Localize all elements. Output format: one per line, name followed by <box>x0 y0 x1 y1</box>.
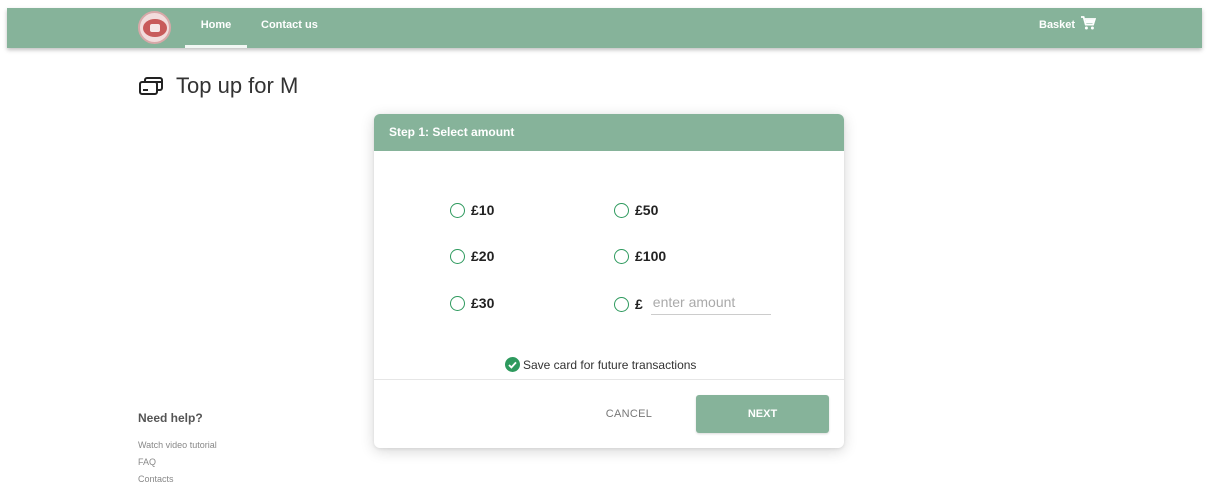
currency-symbol: £ <box>635 296 643 312</box>
nav-contact-us[interactable]: Contact us <box>261 8 318 48</box>
radio-icon[interactable] <box>450 295 465 311</box>
amount-option-label: £100 <box>635 248 667 264</box>
amount-option-label: £20 <box>471 248 495 264</box>
amount-option-10[interactable]: £10 <box>450 202 494 218</box>
amount-option-label: £50 <box>635 202 659 218</box>
page-title: Top up for M <box>138 73 298 99</box>
help-link-video-tutorial[interactable]: Watch video tutorial <box>138 437 217 454</box>
basket-label: Basket <box>1039 19 1076 31</box>
radio-icon[interactable] <box>450 248 465 264</box>
amount-option-30[interactable]: £30 <box>450 295 494 311</box>
payment-cards-icon <box>139 77 163 95</box>
amount-option-50[interactable]: £50 <box>614 202 658 218</box>
radio-icon[interactable] <box>614 296 629 312</box>
top-navbar: Home Contact us Basket <box>7 8 1202 48</box>
help-link-contacts[interactable]: Contacts <box>138 471 217 487</box>
basket-button[interactable]: Basket <box>1039 8 1097 48</box>
nav-home[interactable]: Home <box>185 8 247 48</box>
amount-option-label: £10 <box>471 202 495 218</box>
top-up-dialog: Step 1: Select amount £10 £20 £30 £50 £1… <box>374 114 844 448</box>
logo-mark <box>142 18 167 37</box>
custom-amount-input[interactable] <box>650 293 771 315</box>
check-circle-icon[interactable] <box>505 357 520 372</box>
cart-icon <box>1081 16 1097 30</box>
amount-option-20[interactable]: £20 <box>450 248 494 264</box>
help-title: Need help? <box>138 411 203 425</box>
page-title-text: Top up for M <box>176 73 299 98</box>
logo[interactable] <box>138 11 171 44</box>
radio-icon[interactable] <box>614 248 629 264</box>
help-section: Need help? Watch video tutorial FAQ Cont… <box>138 411 217 487</box>
amount-option-custom[interactable]: £ <box>614 293 771 315</box>
amount-option-label: £30 <box>471 295 495 311</box>
help-link-faq[interactable]: FAQ <box>138 454 217 471</box>
cancel-button[interactable]: CANCEL <box>590 396 668 432</box>
save-card-checkbox[interactable]: Save card for future transactions <box>505 357 696 372</box>
dialog-divider <box>374 379 844 380</box>
next-button[interactable]: NEXT <box>696 395 829 433</box>
radio-icon[interactable] <box>450 202 465 218</box>
save-card-label: Save card for future transactions <box>523 357 697 372</box>
dialog-header: Step 1: Select amount <box>374 114 844 151</box>
radio-icon[interactable] <box>614 202 629 218</box>
amount-option-100[interactable]: £100 <box>614 248 666 264</box>
